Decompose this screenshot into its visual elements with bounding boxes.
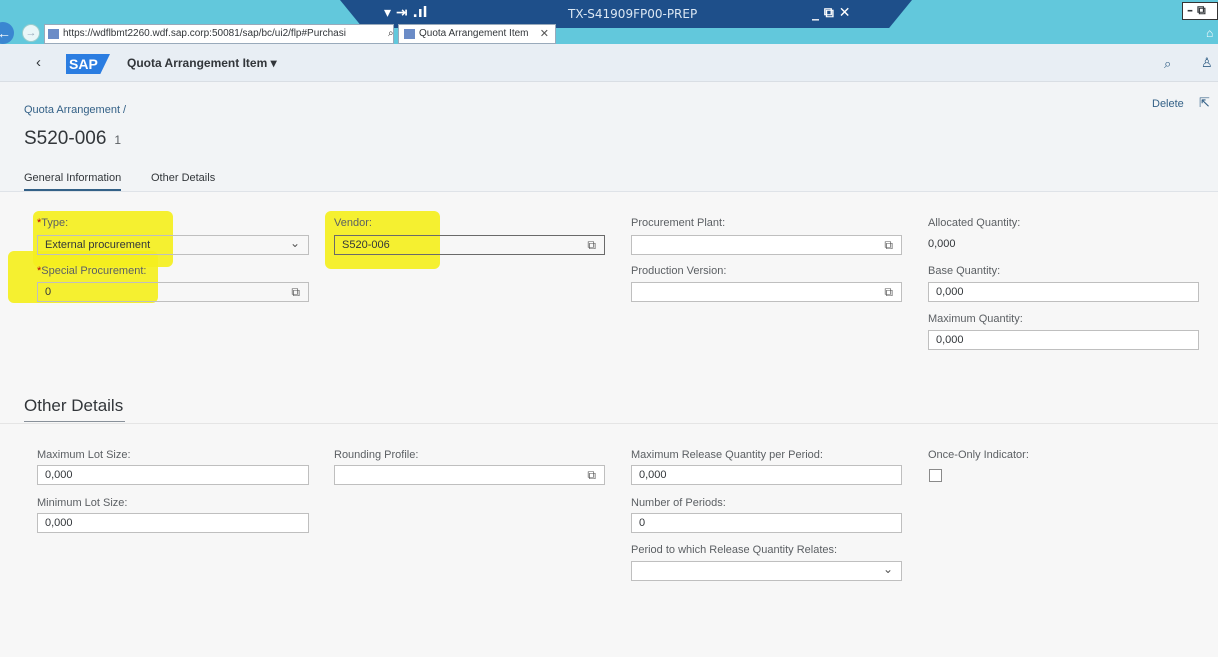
user-icon[interactable]: ♙ bbox=[1201, 55, 1213, 71]
min-lot-size-value: 0,000 bbox=[45, 517, 73, 529]
special-procurement-value: 0 bbox=[45, 286, 52, 298]
sap-logo[interactable]: SAP bbox=[66, 54, 110, 74]
search-icon[interactable]: ⌕ bbox=[1164, 56, 1171, 72]
once-only-indicator-label: Once-Only Indicator: bbox=[928, 449, 1029, 461]
max-lot-size-field[interactable]: 0,000 bbox=[37, 465, 309, 485]
type-label: *Type: bbox=[37, 217, 69, 229]
value-help-icon[interactable]: ⧉ bbox=[587, 466, 596, 484]
maximum-quantity-value: 0,000 bbox=[936, 334, 964, 346]
maximum-quantity-field[interactable]: 0,000 bbox=[928, 330, 1199, 350]
rounding-profile-label: Rounding Profile: bbox=[334, 449, 419, 461]
browser-forward-icon[interactable]: → bbox=[22, 24, 40, 42]
address-url: https://wdflbmt2260.wdf.sap.corp:50081/s… bbox=[63, 28, 346, 39]
vendor-field[interactable]: S520-006 ⧉ bbox=[334, 235, 605, 255]
number-of-periods-label: Number of Periods: bbox=[631, 497, 726, 509]
production-version-field[interactable]: ⧉ bbox=[631, 282, 902, 302]
period-relates-label: Period to which Release Quantity Relates… bbox=[631, 544, 838, 556]
min-lot-size-field[interactable]: 0,000 bbox=[37, 513, 309, 533]
type-select[interactable]: External procurement ⌄ bbox=[37, 235, 309, 255]
section-title-underline bbox=[24, 421, 125, 422]
value-help-icon[interactable]: ⧉ bbox=[291, 283, 300, 301]
tab-other-details[interactable]: Other Details bbox=[151, 172, 215, 184]
remote-window-controls[interactable]: _ ⧉ ✕ bbox=[812, 5, 850, 21]
allocated-quantity-label: Allocated Quantity: bbox=[928, 217, 1021, 229]
min-lot-size-label: Minimum Lot Size: bbox=[37, 497, 128, 509]
remote-pin-icon[interactable]: ▾ ⇥ .ıl bbox=[384, 5, 427, 21]
value-help-icon[interactable]: ⧉ bbox=[884, 283, 893, 301]
tab-favicon bbox=[404, 29, 415, 39]
address-tools[interactable]: ⌕ ▾ 🔒 C bbox=[385, 25, 393, 43]
rounding-profile-field[interactable]: ⧉ bbox=[334, 465, 605, 485]
object-count: 1 bbox=[114, 133, 122, 147]
base-quantity-label: Base Quantity: bbox=[928, 265, 1001, 277]
value-help-icon[interactable]: ⧉ bbox=[587, 236, 596, 254]
remote-session-title: TX-S41909FP00-PREP bbox=[568, 7, 698, 21]
vendor-label: Vendor: bbox=[334, 217, 372, 229]
form-content: *Type: External procurement ⌄ *Special P… bbox=[0, 193, 1218, 657]
share-icon[interactable]: ⇱ bbox=[1199, 95, 1210, 111]
base-quantity-value: 0,000 bbox=[936, 286, 964, 298]
browser-tab-label: Quota Arrangement Item bbox=[419, 28, 529, 39]
max-release-quantity-value: 0,000 bbox=[639, 469, 667, 481]
special-procurement-label: *Special Procurement: bbox=[37, 265, 147, 277]
vendor-value: S520-006 bbox=[342, 239, 390, 251]
browser-tab[interactable]: Quota Arrangement Item ✕ bbox=[398, 24, 556, 44]
shell-bar: ‹ SAP Quota Arrangement Item ▾ ⌕ ♙ bbox=[0, 44, 1218, 82]
back-icon[interactable]: ‹ bbox=[36, 54, 41, 71]
page-title: S520-006 1 bbox=[24, 128, 121, 150]
object-id: S520-006 bbox=[24, 128, 107, 149]
max-release-quantity-label: Maximum Release Quantity per Period: bbox=[631, 449, 823, 461]
window-controls[interactable]: – ⧉ bbox=[1182, 2, 1218, 20]
number-of-periods-value: 0 bbox=[639, 517, 646, 529]
max-lot-size-label: Maximum Lot Size: bbox=[37, 449, 131, 461]
object-header: Quota Arrangement / S520-006 1 Delete ⇱ G… bbox=[0, 82, 1218, 192]
other-details-heading: Other Details bbox=[24, 396, 124, 415]
maximum-quantity-label: Maximum Quantity: bbox=[928, 313, 1023, 325]
tab-general-information[interactable]: General Information bbox=[24, 172, 122, 191]
delete-button[interactable]: Delete bbox=[1152, 98, 1184, 110]
breadcrumb[interactable]: Quota Arrangement / bbox=[24, 104, 126, 116]
section-divider bbox=[0, 423, 1218, 424]
allocated-quantity-value: 0,000 bbox=[928, 238, 956, 250]
once-only-indicator-checkbox[interactable] bbox=[929, 469, 942, 482]
chevron-down-icon[interactable]: ⌄ bbox=[883, 560, 893, 578]
site-favicon bbox=[48, 29, 59, 39]
production-version-label: Production Version: bbox=[631, 265, 727, 277]
type-value: External procurement bbox=[45, 239, 151, 251]
app-title-menu[interactable]: Quota Arrangement Item ▾ bbox=[127, 56, 277, 70]
number-of-periods-field[interactable]: 0 bbox=[631, 513, 902, 533]
procurement-plant-field[interactable]: ⧉ bbox=[631, 235, 902, 255]
value-help-icon[interactable]: ⧉ bbox=[884, 236, 893, 254]
max-lot-size-value: 0,000 bbox=[45, 469, 73, 481]
max-release-quantity-field[interactable]: 0,000 bbox=[631, 465, 902, 485]
period-relates-select[interactable]: ⌄ bbox=[631, 561, 902, 581]
base-quantity-field[interactable]: 0,000 bbox=[928, 282, 1199, 302]
home-icon[interactable]: ⌂ bbox=[1206, 26, 1213, 40]
chevron-down-icon[interactable]: ⌄ bbox=[290, 234, 300, 252]
special-procurement-field[interactable]: 0 ⧉ bbox=[37, 282, 309, 302]
procurement-plant-label: Procurement Plant: bbox=[631, 217, 726, 229]
address-bar[interactable]: https://wdflbmt2260.wdf.sap.corp:50081/s… bbox=[44, 24, 394, 44]
close-tab-icon[interactable]: ✕ bbox=[540, 25, 549, 43]
